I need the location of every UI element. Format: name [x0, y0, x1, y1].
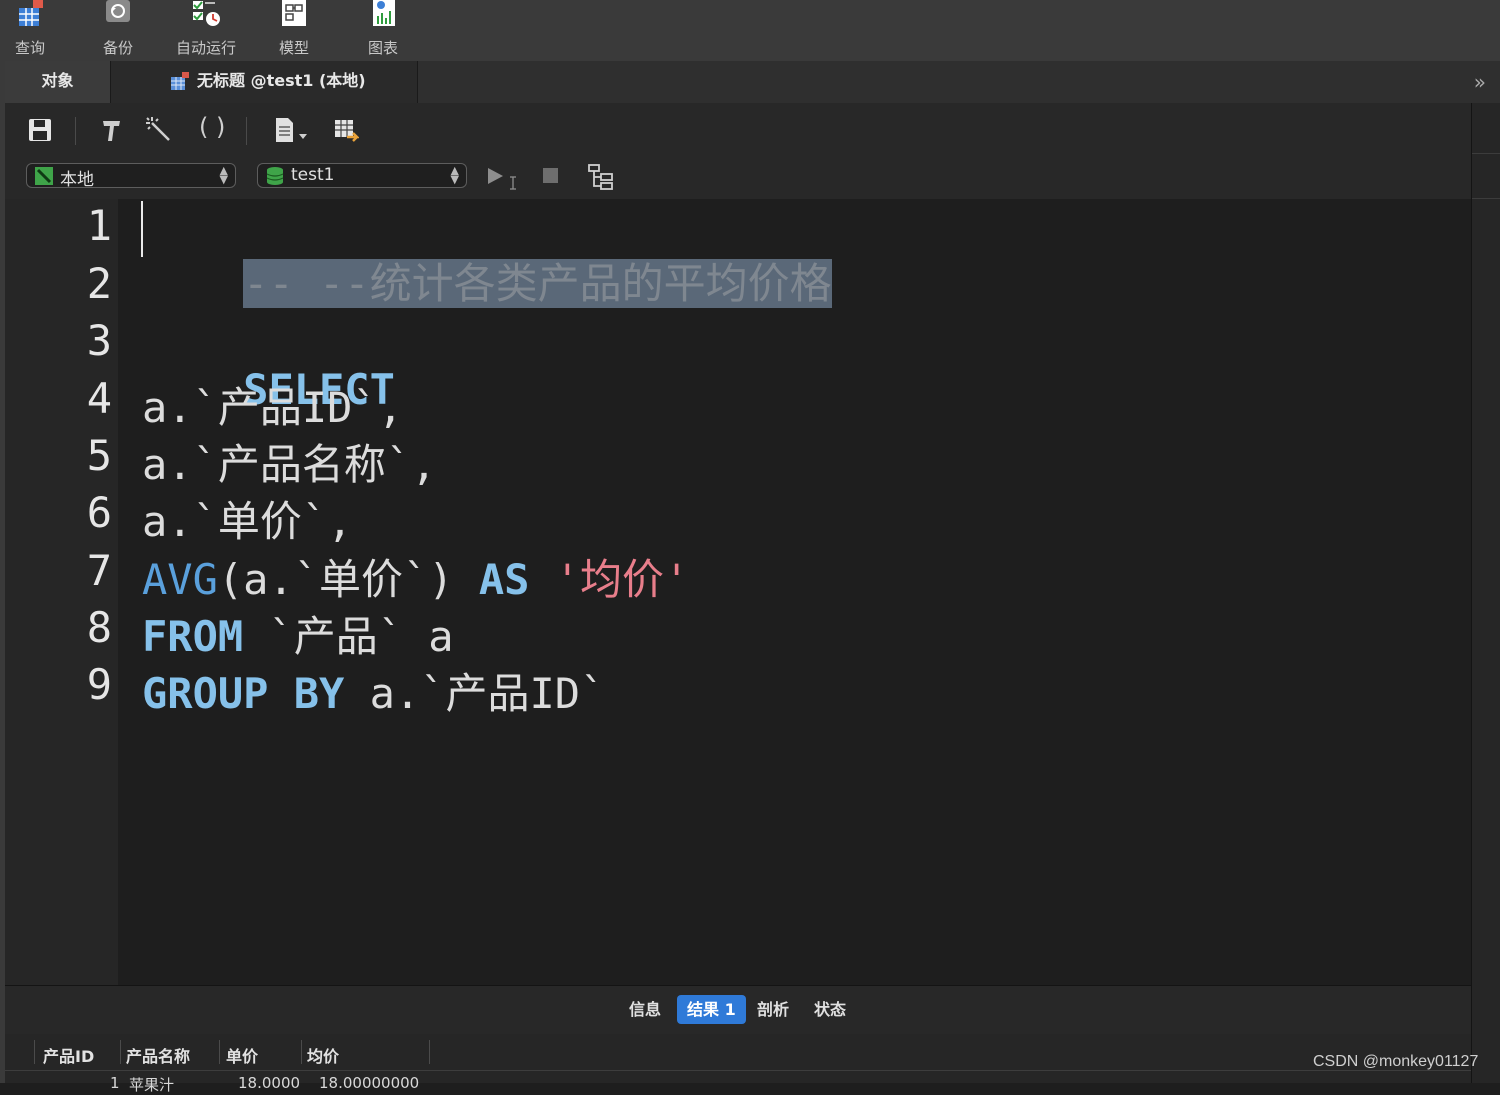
sql-keyword: FROM	[142, 612, 244, 661]
line-number: 5	[86, 431, 112, 480]
stop-icon[interactable]	[541, 165, 561, 185]
column-separator	[219, 1040, 220, 1064]
format-icon[interactable]	[98, 117, 124, 143]
database-icon	[266, 167, 284, 185]
main-toolbar: 查询 备份 自动运行 模型 图表	[0, 0, 1500, 62]
cell-unit-price[interactable]: 18.0000	[238, 1074, 300, 1092]
column-header-unit-price[interactable]: 单价	[226, 1043, 258, 1067]
line-number: 9	[86, 660, 112, 709]
chart-icon	[373, 0, 395, 26]
server-select-value: 本地	[60, 170, 94, 190]
toolbar-autorun-button[interactable]: 自动运行	[168, 0, 244, 61]
code-line-4: a.`产品ID`,	[142, 383, 404, 432]
toolbar-model-label: 模型	[278, 39, 309, 57]
tab-status[interactable]: 状态	[804, 995, 856, 1024]
save-icon[interactable]	[27, 117, 53, 143]
query-tab-icon	[171, 72, 189, 90]
model-icon	[282, 0, 306, 26]
toolbar-autorun-label: 自动运行	[175, 39, 236, 57]
column-separator	[34, 1040, 35, 1064]
auto-run-icon	[193, 1, 220, 26]
toolbar-chart-button[interactable]: 图表	[358, 0, 408, 61]
magic-wand-icon[interactable]	[146, 117, 172, 143]
line-number: 8	[86, 603, 112, 652]
explain-table-icon[interactable]	[333, 117, 359, 143]
sql-comment-selected: -- --统计各类产品的平均价格	[243, 259, 832, 308]
result-grid[interactable]: 产品ID 产品名称 单价 均价 1 苹果汁 18.0000 18.0000000…	[5, 1034, 1471, 1094]
connection-bar: 本地 ▲ ▼ test1 ▲ ▼	[5, 155, 1471, 200]
editor-toolbar: ( )	[5, 103, 1471, 155]
right-panel-divider	[1472, 153, 1500, 154]
sql-function: AVG	[142, 555, 218, 604]
column-header-product-name[interactable]: 产品名称	[126, 1043, 190, 1067]
toolbar-model-button[interactable]: 模型	[269, 0, 319, 61]
toolbar-query-button[interactable]: 查询	[5, 0, 55, 61]
line-number: 6	[86, 488, 112, 537]
toolbar-query-label: 查询	[14, 39, 45, 57]
toolbar-separator	[246, 117, 247, 145]
line-number: 3	[86, 316, 112, 365]
database-select[interactable]: test1 ▲ ▼	[257, 163, 467, 188]
tab-objects[interactable]: 对象	[5, 61, 111, 103]
database-select-value: test1	[291, 165, 335, 185]
cell-product-name[interactable]: 苹果汁	[129, 1074, 174, 1095]
right-side-panel[interactable]	[1471, 103, 1500, 1083]
sql-text: `产品` a	[243, 612, 454, 661]
column-separator	[301, 1040, 302, 1064]
explain-tree-icon[interactable]	[587, 163, 615, 191]
tab-bar: 对象 无标题 @test1 (本地) »	[0, 61, 1500, 104]
line-number: 1	[86, 201, 112, 250]
column-header-product-id[interactable]: 产品ID	[43, 1043, 94, 1067]
snippet-document-icon[interactable]	[273, 117, 313, 143]
select-arrows-icon: ▲ ▼	[450, 164, 459, 186]
tab-profile[interactable]: 剖析	[747, 995, 799, 1024]
tab-query-untitled[interactable]: 无标题 @test1 (本地)	[111, 61, 418, 103]
cell-avg-price[interactable]: 18.00000000	[319, 1074, 419, 1092]
line-number: 2	[86, 259, 112, 308]
toolbar-backup-label: 备份	[102, 39, 133, 57]
sql-keyword: GROUP BY	[142, 669, 345, 718]
column-separator	[429, 1040, 430, 1064]
toolbar-chart-label: 图表	[367, 39, 398, 57]
code-line-7: AVG(a.`单价`) AS '均价'	[142, 546, 689, 607]
toolbar-separator	[75, 117, 76, 145]
backup-icon	[106, 0, 130, 22]
toolbar-backup-button[interactable]: 备份	[93, 0, 143, 61]
parentheses-icon[interactable]: ( )	[199, 113, 225, 141]
tab-info[interactable]: 信息	[619, 995, 671, 1024]
query-table-icon	[19, 0, 43, 26]
select-arrows-icon: ▲ ▼	[219, 164, 228, 186]
chevron-right-icon[interactable]: »	[1474, 70, 1486, 94]
line-number: 7	[86, 546, 112, 595]
run-selected-icon[interactable]	[486, 165, 520, 191]
tab-query-label: 无标题 @test1 (本地)	[197, 71, 366, 90]
line-number: 4	[86, 374, 112, 423]
code-line-6: a.`单价`,	[142, 497, 353, 546]
code-line-8: FROM `产品` a	[142, 603, 454, 664]
sql-string: '均价'	[554, 555, 690, 604]
sql-text: a.`产品ID`	[344, 669, 606, 718]
tab-result-1[interactable]: 结果 1	[677, 995, 746, 1024]
code-line-9: GROUP BY a.`产品ID`	[142, 660, 605, 721]
line-number-gutter: 1 2 3 4 5 6 7 8 9	[5, 199, 118, 985]
sql-editor[interactable]: 1 2 3 4 5 6 7 8 9 -- --统计各类产品的平均价格 SELEC…	[5, 199, 1471, 985]
sql-keyword: AS	[478, 555, 530, 604]
result-tabs-bar: 信息 结果 1 剖析 状态	[5, 985, 1471, 1035]
right-panel-divider	[1472, 198, 1500, 199]
header-divider	[5, 1070, 1471, 1071]
column-header-avg-price[interactable]: 均价	[307, 1043, 339, 1067]
cell-product-id[interactable]: 1	[110, 1074, 120, 1092]
code-line-5: a.`产品名称`,	[142, 440, 437, 489]
server-select[interactable]: 本地 ▲ ▼	[26, 163, 236, 190]
watermark-text: CSDN @monkey01127	[1313, 1053, 1479, 1070]
column-separator	[120, 1040, 121, 1064]
sql-text: (a.`单价`)	[217, 555, 479, 604]
connection-icon	[35, 167, 53, 185]
